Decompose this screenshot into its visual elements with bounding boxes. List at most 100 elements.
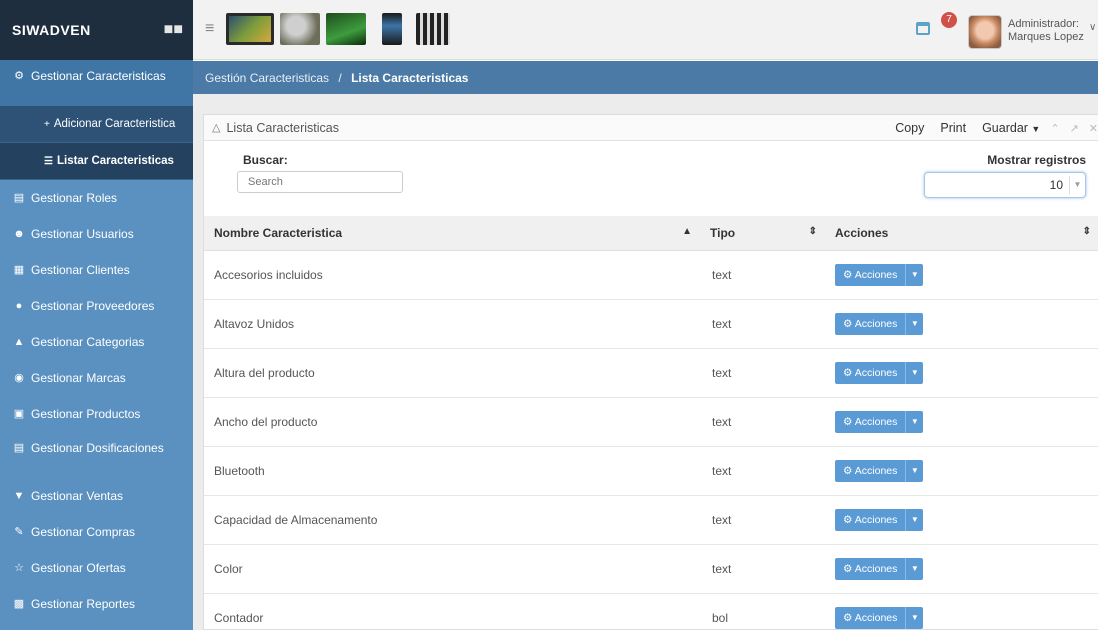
product-thumbnail-figurine[interactable] [280,13,320,45]
product-thumbnail-device[interactable] [326,13,366,45]
breadcrumb-parent[interactable]: Gestión Caracteristicas [205,71,329,85]
actions-button-label: Acciones [854,562,898,575]
actions-button-group: ⚙ Acciones ▼ [835,508,924,531]
cell-acciones: ⚙ Acciones ▼ [825,593,1098,630]
collapse-icon[interactable]: ⌃ [1050,122,1059,135]
menu-toggle-icon[interactable]: ≡ [205,20,214,38]
gear-icon: ⚙ [843,415,855,428]
actions-button-label: Acciones [854,611,898,624]
column-header-acciones[interactable]: Acciones ⇕ [825,216,1098,251]
sidebar-item-roles[interactable]: ▤ Gestionar Roles [0,180,193,216]
close-icon[interactable]: ✕ [1089,122,1098,135]
actions-dropdown-toggle[interactable]: ▼ [905,361,924,384]
sidebar-item-ofertas[interactable]: ☆ Gestionar Ofertas [0,550,193,586]
table-row: Altura del producto text ⚙ Acciones ▼ [204,348,1098,398]
actions-dropdown-toggle[interactable]: ▼ [905,508,924,531]
avatar[interactable] [968,15,1002,49]
actions-dropdown-toggle[interactable]: ▼ [905,410,924,433]
chevron-down-icon[interactable]: ∨ [1089,22,1096,33]
sidebar-item-ventas[interactable]: ▼ Gestionar Ventas [0,478,193,514]
actions-button[interactable]: ⚙ Acciones [835,606,906,629]
product-thumbnail-gadget[interactable] [416,13,450,45]
gear-icon: ⚙ [843,562,855,575]
actions-button-group: ⚙ Acciones ▼ [835,410,924,433]
actions-button[interactable]: ⚙ Acciones [835,361,906,384]
actions-button[interactable]: ⚙ Acciones [835,459,906,482]
table-row: Accesorios incluidos text ⚙ Acciones ▼ [204,250,1098,300]
actions-dropdown-toggle[interactable]: ▼ [905,312,924,335]
sidebar-sub-label: Adicionar Caracteristica [53,118,176,130]
gear-icon: ⚙ [843,513,855,526]
sidebar-item-label: Gestionar Marcas [31,371,126,385]
copy-button[interactable]: Copy [895,121,924,135]
product-thumbnail-tablet[interactable] [226,13,274,45]
notification-badge[interactable]: 7 [941,12,957,28]
gear-icon: ⚙ [843,317,855,330]
list-icon: ☰ [44,155,53,167]
cell-tipo: text [700,446,825,496]
expand-icon[interactable]: ↗ [1070,122,1079,135]
sidebar-item-label: Gestionar Dosificaciones [31,441,164,455]
print-button[interactable]: Print [940,121,966,135]
sidebar-item-categorias[interactable]: ▲ Gestionar Categorias [0,324,193,360]
product-thumbnail-phone[interactable] [382,13,402,45]
sidebar-item-caracteristicas[interactable]: ⚙ Gestionar Caracteristicas [0,60,193,106]
sidebar-item-productos[interactable]: ▣ Gestionar Productos [0,396,193,432]
table-row: Contador bol ⚙ Acciones ▼ [204,593,1098,630]
sidebar-item-reportes[interactable]: ▩ Gestionar Reportes [0,586,193,622]
cell-tipo: text [700,250,825,300]
save-dropdown[interactable]: Guardar ▼ [982,121,1040,135]
sidebar-sub-adicionar[interactable]: + Adicionar Caracteristica [0,106,193,143]
sidebar-item-proveedores[interactable]: ● Gestionar Proveedores [0,288,193,324]
sort-asc-icon: ▲ [682,226,692,237]
actions-button[interactable]: ⚙ Acciones [835,263,906,286]
actions-button-label: Acciones [854,415,898,428]
search-input[interactable] [237,171,403,193]
cell-nombre: Bluetooth [204,446,700,496]
user-role: Administrador: [1008,18,1079,30]
sidebar-item-usuarios[interactable]: ☻ Gestionar Usuarios [0,216,193,252]
actions-button-group: ⚙ Acciones ▼ [835,606,924,629]
sidebar-item-label: Gestionar Clientes [31,263,130,277]
actions-button-group: ⚙ Acciones ▼ [835,263,924,286]
building-icon: ▦ [13,264,25,276]
actions-dropdown-toggle[interactable]: ▼ [905,557,924,580]
sidebar-item-label: Gestionar Usuarios [31,227,134,241]
sidebar-item-label: Gestionar Caracteristicas [31,69,166,83]
cell-nombre: Capacidad de Almacenamento [204,495,700,545]
actions-button-label: Acciones [854,317,898,330]
sidebar-item-marcas[interactable]: ◉ Gestionar Marcas [0,360,193,396]
column-header-nombre[interactable]: Nombre Caracteristica ▲ [204,216,700,251]
main-content: △ Lista Caracteristicas Copy Print Guard… [193,94,1098,630]
gear-icon: ⚙ [843,268,855,281]
page-size-select[interactable]: 10 ▼ [924,172,1086,198]
cell-acciones: ⚙ Acciones ▼ [825,446,1098,496]
file-icon: ▤ [13,442,25,454]
actions-button[interactable]: ⚙ Acciones [835,312,906,335]
column-header-tipo[interactable]: Tipo ⇕ [700,216,825,251]
actions-dropdown-toggle[interactable]: ▼ [905,459,924,482]
chevron-down-icon: ▼ [1069,176,1085,194]
cell-nombre: Altavoz Unidos [204,299,700,349]
calendar-icon[interactable] [916,22,930,35]
actions-button[interactable]: ⚙ Acciones [835,410,906,433]
actions-button[interactable]: ⚙ Acciones [835,508,906,531]
star-icon: ☆ [14,562,24,574]
sidebar-item-compras[interactable]: ✎ Gestionar Compras [0,514,193,550]
cell-nombre: Ancho del producto [204,397,700,447]
robot-icon: ■■ [163,21,183,38]
gear-icon: ⚙ [843,464,855,477]
pencil-icon: ✎ [14,526,24,538]
actions-dropdown-toggle[interactable]: ▼ [905,263,924,286]
brand[interactable]: SIWADVEN ■■ [0,0,193,60]
sidebar-sub-listar[interactable]: ☰ Listar Caracteristicas [0,143,193,180]
sidebar-item-clientes[interactable]: ▦ Gestionar Clientes [0,252,193,288]
ok-circle-icon: ◉ [14,372,24,384]
user-info[interactable]: Administrador: Marques Lopez [1008,18,1084,44]
actions-dropdown-toggle[interactable]: ▼ [905,606,924,629]
sidebar-item-dosificaciones[interactable]: ▤ Gestionar Dosificaciones [0,432,193,478]
sidebar-item-label: Gestionar Ventas [31,489,124,503]
search-block: Buscar: [237,153,403,193]
plus-icon: + [44,118,50,130]
actions-button[interactable]: ⚙ Acciones [835,557,906,580]
